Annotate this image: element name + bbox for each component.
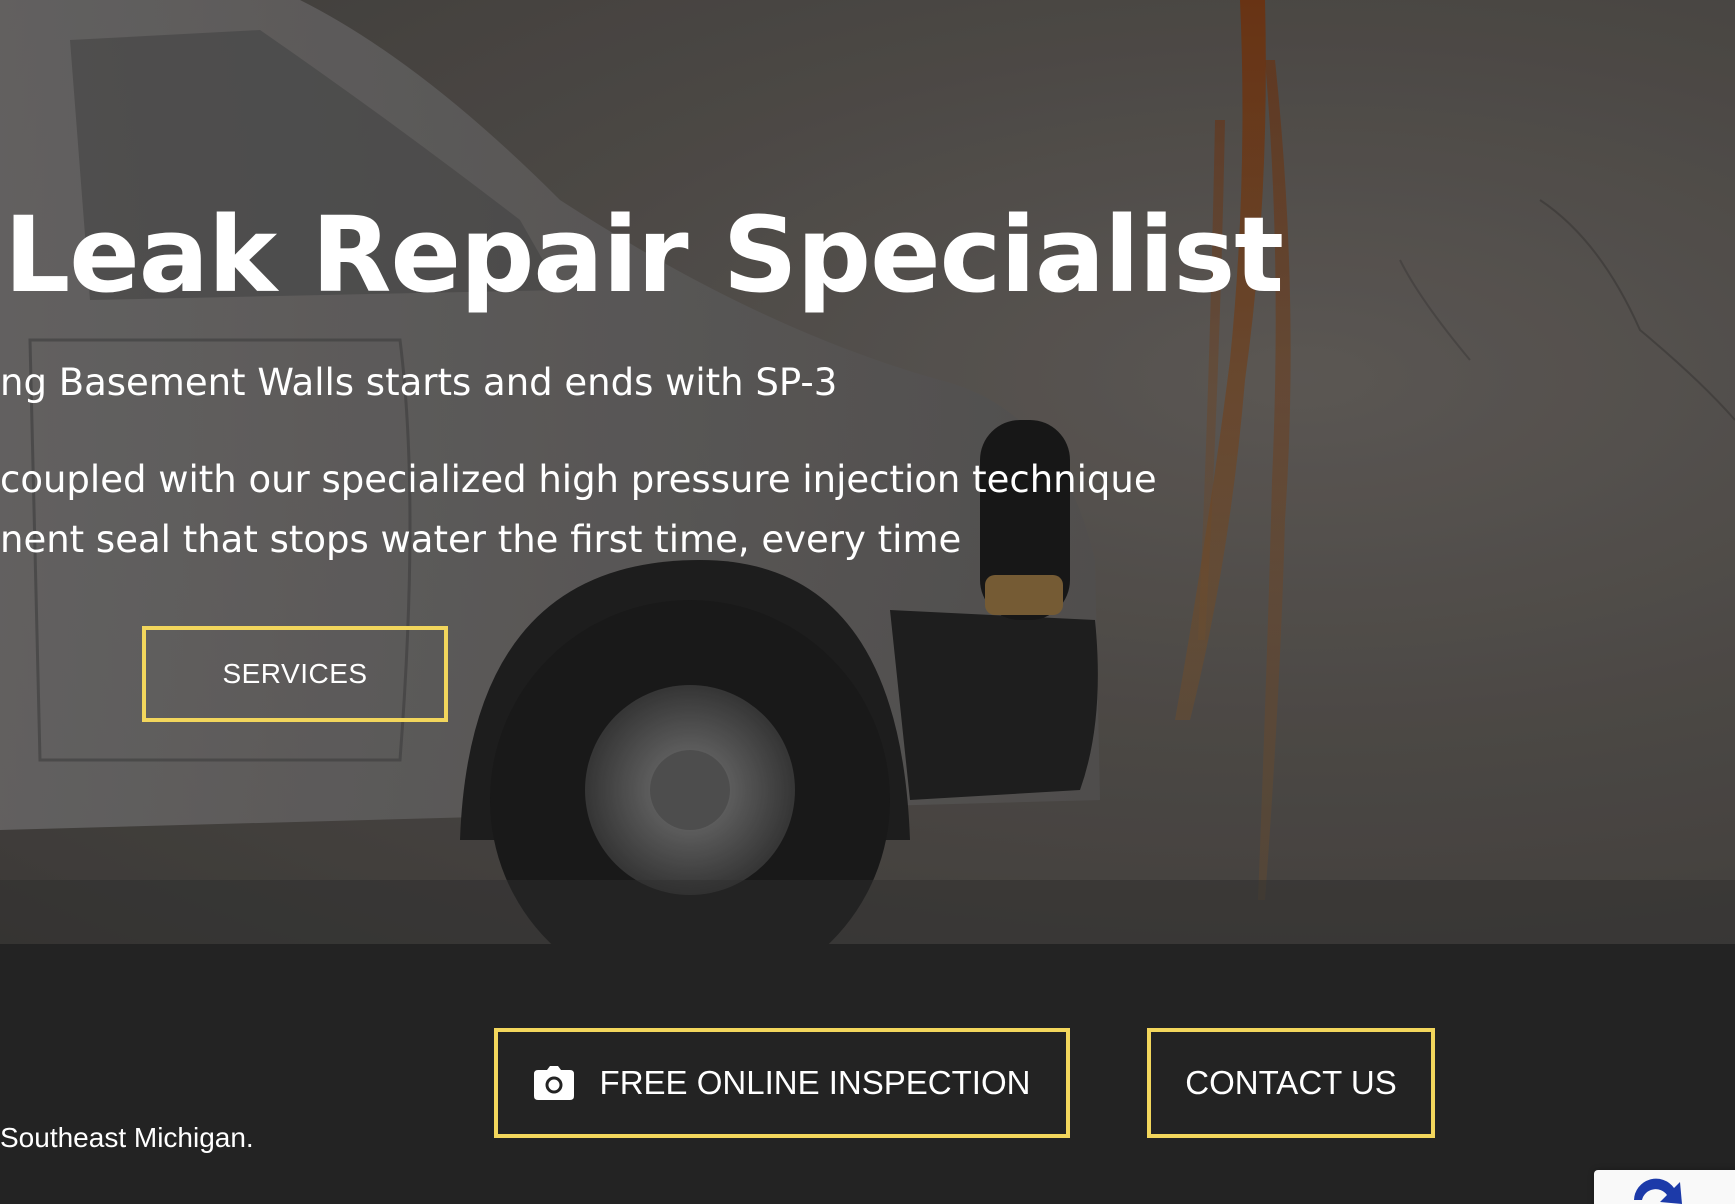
- contact-us-button[interactable]: CONTACT US: [1147, 1028, 1435, 1138]
- service-area-text: Southeast Michigan.: [0, 1122, 254, 1153]
- camera-icon: [533, 1066, 574, 1100]
- hero-description-line-1: coupled with our specialized high pressu…: [0, 458, 1157, 501]
- free-online-inspection-label: FREE ONLINE INSPECTION: [599, 1064, 1031, 1101]
- free-online-inspection-button[interactable]: FREE ONLINE INSPECTION: [494, 1028, 1070, 1138]
- hero-description: coupled with our specialized high pressu…: [0, 450, 1157, 570]
- hero-subtitle: ng Basement Walls starts and ends with S…: [0, 361, 838, 404]
- hero-description-line-2: nent seal that stops water the first tim…: [0, 518, 962, 561]
- services-button[interactable]: SERVICES: [142, 626, 448, 722]
- hero-section: Leak Repair Specialist ng Basement Walls…: [0, 0, 1735, 944]
- hero-title: Leak Repair Specialist: [4, 194, 1284, 316]
- recaptcha-badge[interactable]: [1594, 1170, 1735, 1204]
- page: Leak Repair Specialist ng Basement Walls…: [0, 0, 1735, 1204]
- recaptcha-icon: [1634, 1178, 1682, 1204]
